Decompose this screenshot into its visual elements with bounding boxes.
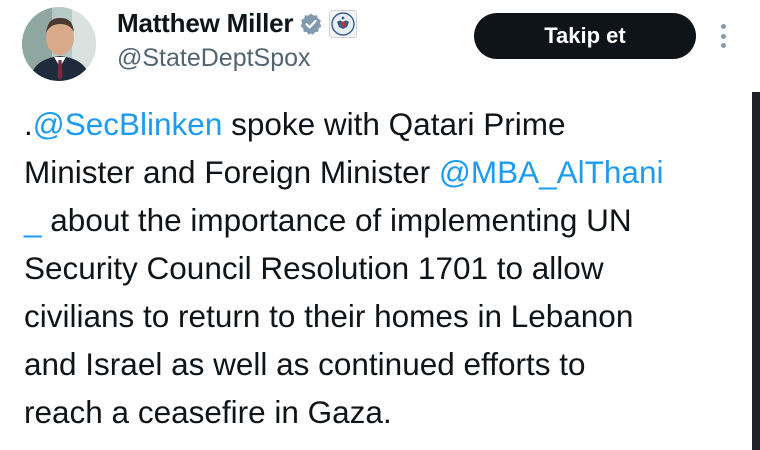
verified-badge-icon[interactable] [299, 12, 323, 36]
more-vertical-icon[interactable] [712, 20, 734, 52]
tweet-text-line: and Israel as well as continued efforts … [24, 340, 740, 388]
mention-link[interactable]: @SecBlinken [33, 106, 223, 142]
tweet-text-segment: and Israel as well as continued efforts … [24, 346, 586, 382]
tweet-text-segment: reach a ceasefire in Gaza. [24, 394, 392, 430]
author-display-name[interactable]: Matthew Miller [117, 8, 294, 39]
tweet-text-line: reach a ceasefire in Gaza. [24, 388, 740, 436]
tweet-text-segment: Security Council Resolution 1701 to allo… [24, 250, 604, 286]
state-department-seal-icon[interactable] [329, 9, 358, 38]
more-dot [720, 33, 726, 39]
tweet-text-segment: spoke with Qatari Prime [222, 106, 566, 142]
tweet-text-line: _ about the importance of implementing U… [24, 196, 740, 244]
tweet-text-line: Security Council Resolution 1701 to allo… [24, 244, 740, 292]
tweet-text-line: Minister and Foreign Minister @MBA_AlTha… [24, 148, 740, 196]
tweet-text-segment: about the importance of implementing UN [41, 202, 632, 238]
tweet-card: Matthew Miller @StateDeptSpox Takip et .… [0, 0, 760, 450]
author-name-row: Matthew Miller [117, 8, 358, 39]
mention-link[interactable]: @MBA_AlThani [439, 154, 664, 190]
tweet-text-segment: Minister and Foreign Minister [24, 154, 439, 190]
tweet-text-line: .@SecBlinken spoke with Qatari Prime [24, 100, 740, 148]
follow-button[interactable]: Takip et [474, 13, 696, 59]
tweet-text-segment: . [24, 106, 33, 142]
tweet-text-line: civilians to return to their homes in Le… [24, 292, 740, 340]
more-dot [720, 43, 726, 48]
mention-link[interactable]: _ [24, 202, 42, 238]
author-handle[interactable]: @StateDeptSpox [117, 44, 311, 73]
scrollbar[interactable] [752, 92, 760, 450]
tweet-text: .@SecBlinken spoke with Qatari Prime Mini… [24, 100, 740, 436]
profile-photo-avatar [22, 7, 96, 81]
avatar[interactable] [22, 7, 96, 81]
more-dot [720, 24, 726, 29]
tweet-text-segment: civilians to return to their homes in Le… [24, 298, 634, 334]
